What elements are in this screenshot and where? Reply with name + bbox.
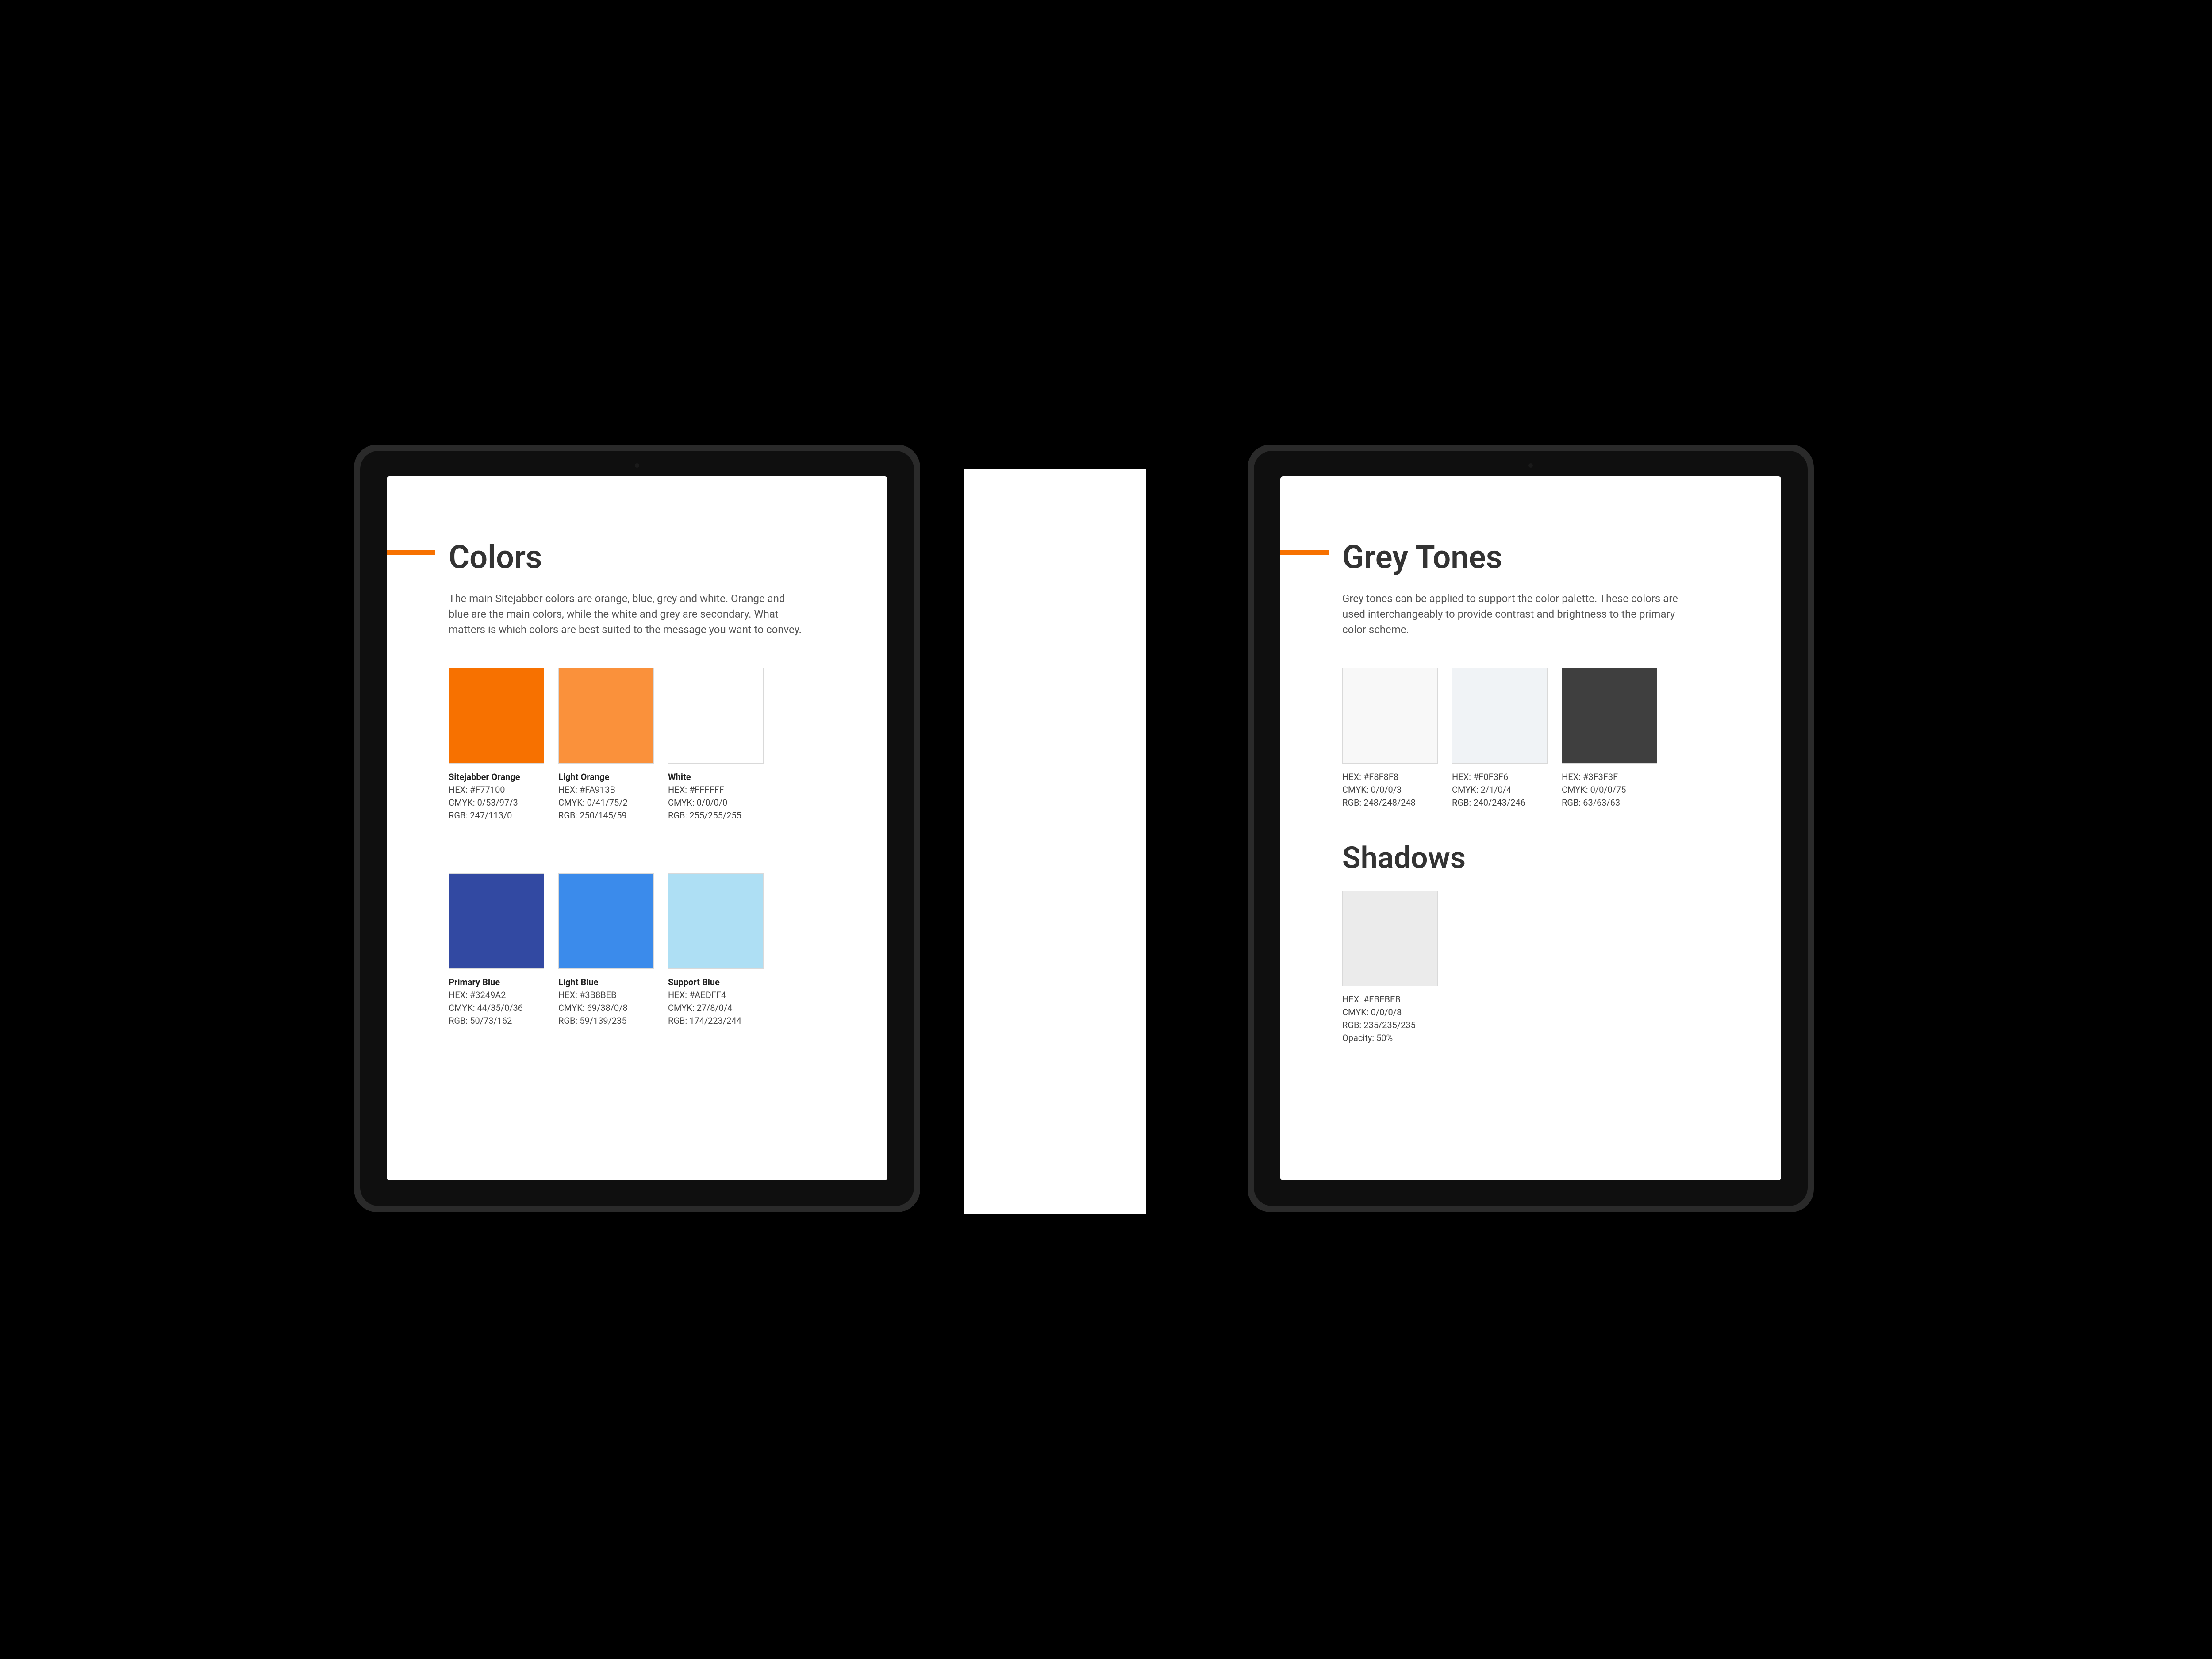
swatch: Primary Blue HEX: #3249A2 CMYK: 44/35/0/… (449, 873, 544, 1027)
swatch-opacity: Opacity: 50% (1342, 1032, 1438, 1045)
accent-bar-icon (1280, 550, 1329, 555)
page-title: Grey Tones (1342, 538, 1719, 576)
swatch-cmyk: CMYK: 44/35/0/36 (449, 1002, 544, 1014)
swatch-hex: HEX: #F8F8F8 (1342, 771, 1438, 783)
swatch-rgb: RGB: 248/248/248 (1342, 796, 1438, 809)
swatch: HEX: #3F3F3F CMYK: 0/0/0/75 RGB: 63/63/6… (1562, 668, 1657, 809)
swatch-cmyk: CMYK: 69/38/0/8 (558, 1002, 654, 1014)
swatch-grid-greys: HEX: #F8F8F8 CMYK: 0/0/0/3 RGB: 248/248/… (1342, 668, 1719, 809)
color-chip (668, 873, 764, 969)
swatch-hex: HEX: #FFFFFF (668, 783, 764, 796)
swatch: Light Orange HEX: #FA913B CMYK: 0/41/75/… (558, 668, 654, 822)
swatch-hex: HEX: #3B8BEB (558, 989, 654, 1002)
swatch-name: Primary Blue (449, 976, 544, 989)
center-page-sliver (964, 469, 1146, 1214)
tablet-left: Colors The main Sitejabber colors are or… (354, 445, 920, 1212)
swatch-rgb: RGB: 59/139/235 (558, 1014, 654, 1027)
tablet-left-bezel: Colors The main Sitejabber colors are or… (360, 451, 914, 1206)
swatch-name: Sitejabber Orange (449, 771, 544, 783)
swatch-name: Light Orange (558, 771, 654, 783)
tablet-right: Grey Tones Grey tones can be applied to … (1248, 445, 1814, 1212)
camera-icon (1528, 463, 1533, 468)
color-chip (1562, 668, 1657, 764)
color-chip (1342, 668, 1438, 764)
swatch-cmyk: CMYK: 0/0/0/3 (1342, 783, 1438, 796)
swatch-name: Light Blue (558, 976, 654, 989)
color-chip (668, 668, 764, 764)
swatch-grid-colors: Sitejabber Orange HEX: #F77100 CMYK: 0/5… (449, 668, 826, 1027)
swatch: Light Blue HEX: #3B8BEB CMYK: 69/38/0/8 … (558, 873, 654, 1027)
swatch: HEX: #F8F8F8 CMYK: 0/0/0/3 RGB: 248/248/… (1342, 668, 1438, 809)
swatch-rgb: RGB: 247/113/0 (449, 809, 544, 822)
swatch-hex: HEX: #AEDFF4 (668, 989, 764, 1002)
swatch-cmyk: CMYK: 2/1/0/4 (1452, 783, 1548, 796)
page-lead: Grey tones can be applied to support the… (1342, 591, 1696, 637)
color-chip (1342, 891, 1438, 986)
stage: Colors The main Sitejabber colors are or… (0, 0, 2212, 1659)
swatch-rgb: RGB: 240/243/246 (1452, 796, 1548, 809)
tablet-left-screen: Colors The main Sitejabber colors are or… (387, 476, 887, 1180)
swatch-grid-shadows: HEX: #EBEBEB CMYK: 0/0/0/8 RGB: 235/235/… (1342, 891, 1719, 1045)
accent-bar-icon (387, 550, 435, 555)
swatch: HEX: #F0F3F6 CMYK: 2/1/0/4 RGB: 240/243/… (1452, 668, 1548, 809)
tablet-right-screen: Grey Tones Grey tones can be applied to … (1280, 476, 1781, 1180)
color-chip (449, 668, 544, 764)
page-lead: The main Sitejabber colors are orange, b… (449, 591, 803, 637)
swatch-cmyk: CMYK: 0/0/0/0 (668, 796, 764, 809)
swatch-cmyk: CMYK: 0/0/0/75 (1562, 783, 1657, 796)
swatch-cmyk: CMYK: 27/8/0/4 (668, 1002, 764, 1014)
color-chip (449, 873, 544, 969)
camera-icon (635, 463, 639, 468)
swatch-rgb: RGB: 174/223/244 (668, 1014, 764, 1027)
swatch-rgb: RGB: 235/235/235 (1342, 1019, 1438, 1032)
swatch: Sitejabber Orange HEX: #F77100 CMYK: 0/5… (449, 668, 544, 822)
swatch-name: Support Blue (668, 976, 764, 989)
color-chip (558, 668, 654, 764)
swatch-hex: HEX: #3F3F3F (1562, 771, 1657, 783)
page-title: Colors (449, 538, 826, 576)
swatch-rgb: RGB: 50/73/162 (449, 1014, 544, 1027)
swatch-cmyk: CMYK: 0/41/75/2 (558, 796, 654, 809)
swatch-hex: HEX: #EBEBEB (1342, 993, 1438, 1006)
swatch: Support Blue HEX: #AEDFF4 CMYK: 27/8/0/4… (668, 873, 764, 1027)
section-title-shadows: Shadows (1342, 840, 1719, 876)
swatch-hex: HEX: #3249A2 (449, 989, 544, 1002)
tablet-right-bezel: Grey Tones Grey tones can be applied to … (1254, 451, 1808, 1206)
swatch-rgb: RGB: 255/255/255 (668, 809, 764, 822)
color-chip (1452, 668, 1548, 764)
swatch-cmyk: CMYK: 0/53/97/3 (449, 796, 544, 809)
row-gap (449, 836, 826, 859)
swatch-hex: HEX: #F77100 (449, 783, 544, 796)
color-chip (558, 873, 654, 969)
swatch-hex: HEX: #FA913B (558, 783, 654, 796)
swatch-rgb: RGB: 63/63/63 (1562, 796, 1657, 809)
swatch-rgb: RGB: 250/145/59 (558, 809, 654, 822)
swatch: HEX: #EBEBEB CMYK: 0/0/0/8 RGB: 235/235/… (1342, 891, 1438, 1045)
swatch-hex: HEX: #F0F3F6 (1452, 771, 1548, 783)
swatch-name: White (668, 771, 764, 783)
swatch-cmyk: CMYK: 0/0/0/8 (1342, 1006, 1438, 1019)
swatch: White HEX: #FFFFFF CMYK: 0/0/0/0 RGB: 25… (668, 668, 764, 822)
